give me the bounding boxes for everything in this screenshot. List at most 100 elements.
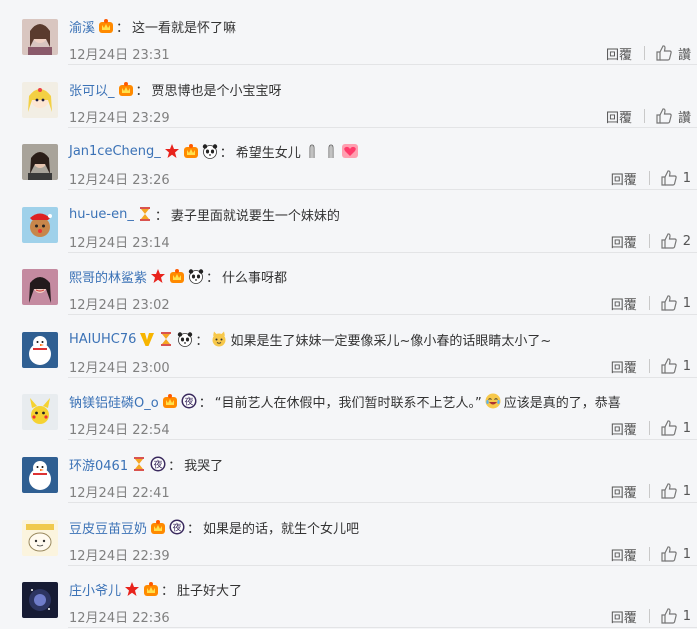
comment-timestamp: 12月24日 23:00	[69, 361, 170, 376]
comment-row: 豆皮豆苗豆奶 夜 ：如果是的话，就生个女儿吧 12月24日 22:39 回覆 1	[0, 504, 697, 566]
comment-text: 肚子好大了	[177, 583, 243, 599]
cat-emoji-icon	[211, 331, 227, 347]
username-link[interactable]: 豆皮豆苗豆奶	[69, 518, 147, 537]
username-link[interactable]: 钠镁铝硅磷O_o	[69, 392, 159, 411]
thumbs-up-icon[interactable]	[660, 232, 678, 250]
comment-row: 钠镁铝硅磷O_o 夜 ： “目前艺人在休假中，我们暂时联系不上艺人。” 应该是真的了，恭…	[0, 378, 697, 440]
thumbs-up-icon[interactable]	[660, 294, 678, 312]
username-link[interactable]: Jan1ceCheng_	[69, 144, 161, 159]
comment-row: 渝溪 ：这一看就是怀了嘛 12月24日 23:31 回覆 讚	[0, 3, 697, 65]
thumbs-up-icon[interactable]	[660, 419, 678, 437]
thumbs-up-icon[interactable]	[660, 169, 678, 187]
thumbs-up-icon[interactable]	[660, 482, 678, 500]
reply-button[interactable]: 回覆	[611, 294, 637, 313]
divider	[648, 421, 650, 435]
comment-actions: 回覆 1	[611, 357, 697, 376]
reply-button[interactable]: 回覆	[606, 107, 632, 126]
like-count[interactable]: 1	[683, 296, 691, 311]
reply-button[interactable]: 回覆	[611, 419, 637, 438]
username-link[interactable]: 渝溪	[69, 17, 95, 36]
divider	[643, 109, 645, 123]
user-avatar[interactable]	[22, 269, 58, 305]
like-count[interactable]: 讚	[678, 44, 691, 63]
user-avatar[interactable]	[22, 457, 58, 493]
comment-actions: 回覆 讚	[606, 44, 697, 63]
comment-text: 这一看就是怀了嘛	[132, 20, 237, 36]
thumbs-up-icon[interactable]	[660, 357, 678, 375]
thumbs-up-icon[interactable]	[660, 545, 678, 563]
like-count[interactable]: 1	[683, 171, 691, 186]
comment-row: HAIUHC76 ： 如果是生了妹妹一定要像采儿~像小春的话眼睛太小了~ 12月24日…	[0, 316, 697, 378]
vip-crown-icon	[118, 81, 134, 97]
username-link[interactable]: 熙哥的林鲨紫	[69, 267, 147, 286]
comment-text: “目前艺人在休假中，我们暂时联系不上艺人。”	[214, 395, 482, 411]
comment-actions: 回覆 1	[611, 419, 697, 438]
panda-icon	[202, 143, 218, 159]
divider	[648, 609, 650, 623]
user-avatar[interactable]	[22, 19, 58, 55]
user-avatar[interactable]	[22, 207, 58, 243]
row-divider	[68, 502, 697, 503]
thumbs-up-icon[interactable]	[655, 44, 673, 62]
comment-list: 渝溪：这一看就是怀了嘛 12月24日 23:31 回覆讚张可以_：贾思博也是个小宝宝…	[0, 0, 697, 628]
comment-timestamp: 12月24日 23:14	[69, 236, 170, 251]
colon-separator: ：	[161, 583, 175, 599]
user-avatar[interactable]	[22, 332, 58, 368]
user-avatar[interactable]	[22, 144, 58, 180]
hourglass-icon	[131, 456, 147, 472]
comment-text: 如果是生了妹妹一定要像采儿~像小春的话眼睛太小了~	[230, 333, 552, 349]
comment-timestamp: 12月24日 23:26	[69, 173, 170, 188]
username-link[interactable]: HAIUHC76	[69, 332, 136, 347]
like-count[interactable]: 讚	[678, 107, 691, 126]
laugh-cry-emoji-icon	[485, 393, 501, 409]
username-link[interactable]: hu-ue-en_	[69, 207, 134, 222]
hourglass-icon	[158, 331, 174, 347]
like-count[interactable]: 2	[683, 234, 691, 249]
star-icon	[164, 143, 180, 159]
like-count[interactable]: 1	[683, 421, 691, 436]
comment-row: Jan1ceCheng_ ：希望生女儿 12月24日 23:26 回覆 1	[0, 128, 697, 190]
reply-button[interactable]: 回覆	[606, 44, 632, 63]
comment-timestamp: 12月24日 22:54	[69, 423, 170, 438]
vip-crown-icon	[98, 18, 114, 34]
divider	[648, 171, 650, 185]
user-avatar[interactable]	[22, 82, 58, 118]
vip-crown-icon	[169, 268, 185, 284]
reply-button[interactable]: 回覆	[611, 482, 637, 501]
like-count[interactable]: 1	[683, 359, 691, 374]
panda-icon	[177, 331, 193, 347]
username-link[interactable]: 环游0461	[69, 455, 128, 474]
colon-separator: ：	[206, 270, 220, 286]
colon-separator: ：	[168, 458, 182, 474]
svg-text:夜: 夜	[173, 522, 182, 534]
comment-row: 环游0461 夜 ：我哭了 12月24日 22:41 回覆 1	[0, 441, 697, 503]
vip-crown-icon	[143, 581, 159, 597]
comment-line: 渝溪 ：这一看就是怀了嘛	[69, 15, 689, 37]
comment-timestamp: 12月24日 22:41	[69, 486, 170, 501]
user-avatar[interactable]	[22, 582, 58, 618]
like-count[interactable]: 1	[683, 547, 691, 562]
comment-actions: 回覆 1	[611, 607, 697, 626]
reply-button[interactable]: 回覆	[611, 545, 637, 564]
reply-button[interactable]: 回覆	[611, 169, 637, 188]
user-avatar[interactable]	[22, 520, 58, 556]
night-icon: 夜	[181, 393, 197, 409]
comment-line: hu-ue-en_ ：妻子里面就说要生一个妹妹的	[69, 203, 689, 225]
comment-row: 张可以_ ：贾思博也是个小宝宝呀 12月24日 23:29 回覆 讚	[0, 66, 697, 128]
comment-line: 庄小爷儿 ：肚子好大了	[69, 578, 689, 600]
username-link[interactable]: 张可以_	[69, 80, 115, 99]
reply-button[interactable]: 回覆	[611, 607, 637, 626]
user-avatar[interactable]	[22, 394, 58, 430]
reply-button[interactable]: 回覆	[611, 232, 637, 251]
thumbs-up-icon[interactable]	[660, 607, 678, 625]
like-count[interactable]: 1	[683, 484, 691, 499]
reply-button[interactable]: 回覆	[611, 357, 637, 376]
like-count[interactable]: 1	[683, 609, 691, 624]
colon-separator: ：	[187, 521, 201, 537]
comment-text-tail: 应该是真的了，恭喜	[503, 395, 621, 411]
colon-separator: ：	[195, 333, 209, 349]
heart-emoji-icon	[341, 143, 358, 159]
thumbs-up-icon[interactable]	[655, 107, 673, 125]
username-link[interactable]: 庄小爷儿	[69, 580, 121, 599]
hourglass-icon	[137, 206, 153, 222]
